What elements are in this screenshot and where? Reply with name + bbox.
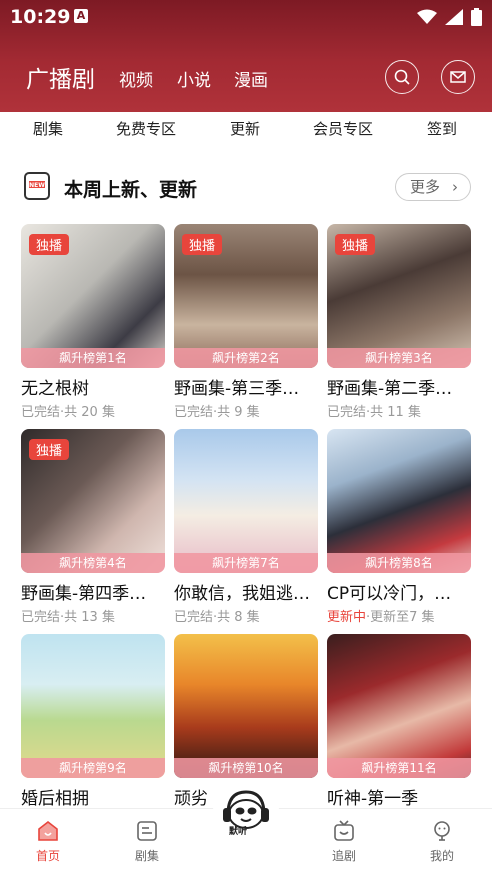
battery-icon [471,8,482,26]
section-title: 本周上新、更新 [64,179,198,201]
chevron-right-icon: › [452,178,458,196]
tab-home-label: 首页 [35,849,60,863]
category-episodes[interactable]: 剧集 [33,118,63,139]
exclusive-badge: 独播 [182,234,223,255]
search-button[interactable] [385,60,419,94]
category-updates[interactable]: 更新 [230,118,260,139]
exclusive-badge: 独播 [29,234,70,255]
tab-following[interactable]: 追剧 [314,819,374,864]
rank-label: 飙升榜第2名 [174,348,318,368]
card-title: 野画集-第二季… [327,379,453,399]
tv-icon [334,820,354,841]
tab-profile[interactable]: 我的 [412,819,472,864]
card-info: 更新中·更新至7 集 [327,610,435,625]
search-icon [394,69,410,85]
more-button[interactable]: 更多 › [395,173,471,201]
tab-profile-label: 我的 [429,849,454,863]
nav-novel[interactable]: 小说 [177,66,211,91]
nav-comic[interactable]: 漫画 [234,66,268,91]
cover-image: 独播 飙升榜第2名 [174,224,318,368]
status-bar: 10:29 A [0,0,492,34]
rank-label: 飙升榜第8名 [327,553,471,573]
card-info: 已完结·共 11 集 [327,405,421,420]
cover-image: 独播 飙升榜第3名 [327,224,471,368]
cover-image: 飙升榜第7名 [174,429,318,573]
card-title: 野画集-第三季… [174,379,300,399]
notification-a-icon: A [74,9,88,23]
rank-label: 飙升榜第1名 [21,348,165,368]
rank-label: 飙升榜第4名 [21,553,165,573]
list-icon [137,821,157,841]
card-title: 野画集-第四季… [21,584,147,604]
tab-home[interactable]: 首页 [18,819,78,864]
mail-icon [450,71,466,83]
more-label: 更多 [410,178,441,196]
rank-label: 飙升榜第11名 [327,758,471,778]
card-title: 你敢信，我姐逃… [174,584,310,604]
cover-image: 飙升榜第11名 [327,634,471,778]
category-vip[interactable]: 会员专区 [313,118,373,139]
rank-label: 飙升榜第9名 [21,758,165,778]
mail-button[interactable] [441,60,475,94]
svg-text:NEW: NEW [29,182,45,189]
card-info: 已完结·共 8 集 [174,610,260,625]
exclusive-badge: 独播 [29,439,70,460]
center-listen-button[interactable]: 默听 [213,778,279,844]
cover-image: 飙升榜第9名 [21,634,165,778]
status-time: 10:29 [10,6,71,28]
header: 10:29 A 广播剧 视频 小说 漫画 [0,0,492,112]
card-info: 已完结·共 13 集 [21,610,115,625]
card-title: CP可以冷门，… [327,584,452,604]
home-icon [38,820,58,841]
cover-image: 飙升榜第8名 [327,429,471,573]
exclusive-badge: 独播 [335,234,376,255]
cover-image: 独播 飙升榜第1名 [21,224,165,368]
center-listen-label: 默听 [229,827,248,837]
signal-icon [445,9,463,25]
rank-label: 飙升榜第10名 [174,758,318,778]
card-info: 已完结·共 9 集 [174,405,260,420]
top-nav: 广播剧 视频 小说 漫画 [0,56,492,100]
category-checkin[interactable]: 签到 [427,118,457,139]
tab-episodes-label: 剧集 [134,849,159,863]
cover-image: 独播 飙升榜第4名 [21,429,165,573]
tab-following-label: 追剧 [331,849,356,863]
card-title: 听神-第一季 [327,789,419,809]
nav-radio-drama[interactable]: 广播剧 [26,60,95,94]
card-info: 已完结·共 20 集 [21,405,115,420]
new-icon: NEW [24,172,50,200]
category-row: 剧集 免费专区 更新 会员专区 签到 [0,112,492,142]
rank-label: 飙升榜第7名 [174,553,318,573]
nav-video[interactable]: 视频 [119,66,153,91]
profile-icon [434,821,450,841]
cover-image: 飙升榜第10名 [174,634,318,778]
card-title: 无之根树 [21,379,89,399]
tab-episodes[interactable]: 剧集 [117,819,177,864]
category-free[interactable]: 免费专区 [116,118,176,139]
wifi-icon [417,9,437,24]
rank-label: 飙升榜第3名 [327,348,471,368]
card-title: 婚后相拥 [21,789,89,809]
